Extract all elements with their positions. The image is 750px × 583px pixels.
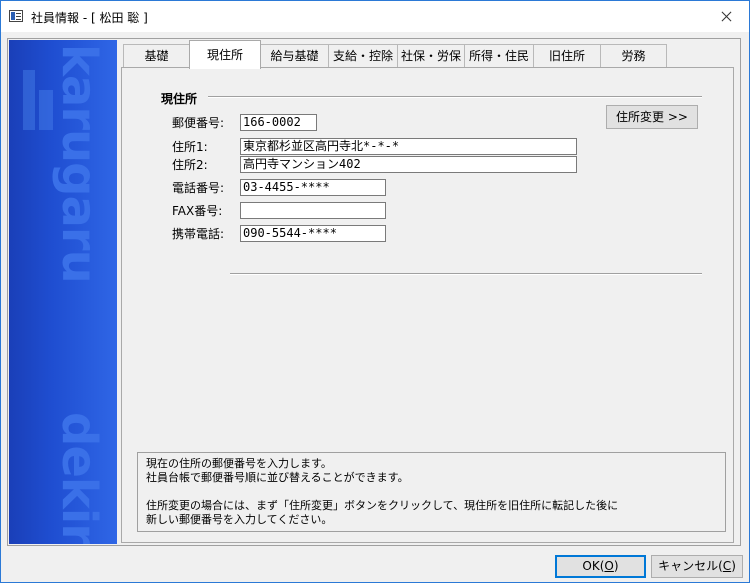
ok-close-paren: ) — [613, 559, 619, 573]
brand-text-bottom: dekiru — [51, 412, 107, 544]
ok-access-key: O — [604, 559, 614, 573]
postal-code-label: 郵便番号: — [172, 116, 225, 130]
mobile-label: 携帯電話: — [172, 227, 225, 241]
mobile-field[interactable]: 090-5544-**** — [240, 225, 386, 242]
ok-button[interactable]: OK(O) — [555, 555, 646, 578]
address-change-button[interactable]: 住所変更 >> — [606, 105, 698, 129]
postal-code-field[interactable]: 166-0002 — [240, 114, 317, 131]
tab-labor[interactable]: 労務 — [600, 44, 667, 68]
employee-info-window: 社員情報 - [ 松田 聡 ] karugaru dekiru 基礎 現住所 給… — [0, 0, 750, 583]
tab-basic[interactable]: 基礎 — [123, 44, 190, 68]
tab-payment-deduction[interactable]: 支給・控除 — [328, 44, 398, 68]
phone-field[interactable]: 03-4455-**** — [240, 179, 386, 196]
tab-current-address[interactable]: 現住所 — [189, 40, 261, 69]
cancel-access-key: C — [722, 559, 732, 573]
client-area: karugaru dekiru 基礎 現住所 給与基礎 支給・控除 社保・労保 … — [7, 38, 741, 546]
tab-social-insurance[interactable]: 社保・労保 — [397, 44, 465, 68]
window-title: 社員情報 - [ 松田 聡 ] — [31, 11, 148, 25]
phone-label: 電話番号: — [172, 181, 225, 195]
cancel-close-paren: ) — [731, 559, 736, 573]
help-line: 現在の住所の郵便番号を入力します。 — [146, 457, 332, 470]
fax-field[interactable] — [240, 202, 386, 219]
cancel-button[interactable]: キャンセル(C) — [651, 555, 743, 578]
tab-income-resident[interactable]: 所得・住民 — [464, 44, 534, 68]
address2-label: 住所2: — [172, 158, 208, 172]
brand-text-top: karugaru — [51, 44, 107, 283]
tab-previous-address[interactable]: 旧住所 — [533, 44, 601, 68]
close-icon[interactable] — [703, 1, 749, 32]
help-line: 住所変更の場合には、まず「住所変更」ボタンをクリックして、現住所を旧住所に転記し… — [146, 499, 619, 512]
address1-label: 住所1: — [172, 140, 208, 154]
divider — [208, 96, 702, 98]
cancel-button-label: キャンセル( — [658, 559, 723, 573]
address2-field[interactable]: 高円寺マンション402 — [240, 156, 577, 173]
address1-field[interactable]: 東京都杉並区高円寺北*-*-* — [240, 138, 577, 155]
help-line: 新しい郵便番号を入力してください。 — [146, 513, 333, 526]
help-line: 社員台帳で郵便番号順に並び替えることができます。 — [146, 471, 409, 484]
current-address-page: 現住所 郵便番号: 166-0002 住所変更 >> 住所1: 東京都杉並区高円… — [121, 67, 734, 543]
brand-side-panel: karugaru dekiru — [9, 40, 117, 544]
fax-label: FAX番号: — [172, 204, 223, 218]
section-title: 現住所 — [161, 92, 198, 106]
ok-button-label: OK( — [582, 559, 605, 573]
title-bar[interactable]: 社員情報 - [ 松田 聡 ] — [1, 1, 749, 32]
app-icon — [9, 10, 23, 22]
tab-salary-basic[interactable]: 給与基礎 — [260, 44, 329, 68]
decoration-block — [23, 70, 35, 130]
divider — [230, 273, 702, 275]
help-text-box: 現在の住所の郵便番号を入力します。 社員台帳で郵便番号順に並び替えることができま… — [137, 452, 726, 532]
